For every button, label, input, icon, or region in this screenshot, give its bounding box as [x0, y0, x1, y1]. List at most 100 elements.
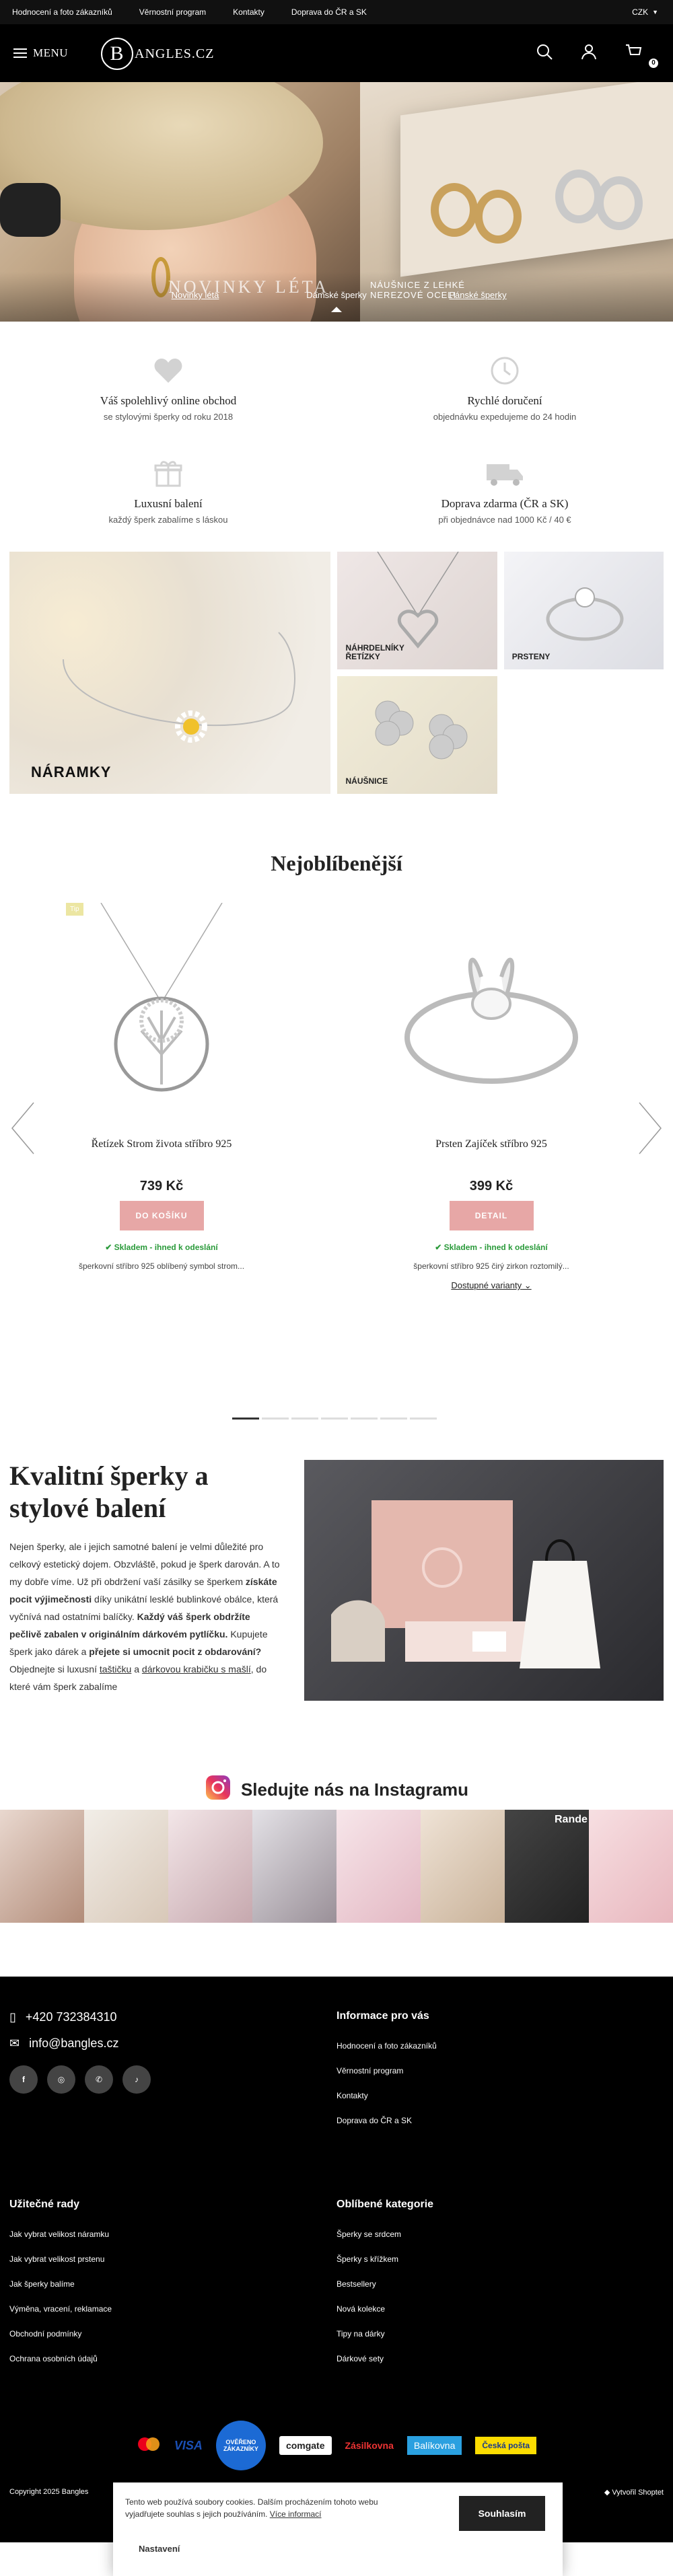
whatsapp-icon[interactable]: ✆	[85, 2065, 113, 2094]
footer-info-link[interactable]: Doprava do ČR a SK	[336, 2116, 437, 2125]
ceska-posta-logo: Česká pošta	[475, 2437, 537, 2454]
usp-title: Luxusní balení	[134, 497, 203, 510]
visa-logo: VISA	[174, 2438, 203, 2452]
product-price: 739 Kč	[139, 1179, 184, 1193]
topbar-link-shipping[interactable]: Doprava do ČR a SK	[291, 7, 367, 17]
product-card[interactable]: Tip Řetízek Strom života stříbro 925 739…	[54, 903, 269, 1271]
footer-advice-link[interactable]: Výměna, vracení, reklamace	[9, 2304, 112, 2314]
comgate-logo: comgate	[279, 2436, 332, 2455]
instagram-post[interactable]	[0, 1810, 84, 1923]
footer-advice-link[interactable]: Ochrana osobních údajů	[9, 2354, 112, 2363]
packaging-text: Nejen šperky, ale i jejich samotné balen…	[9, 1541, 280, 1692]
currency-value: CZK	[632, 7, 649, 17]
usp-item: Luxusní balení každý šperk zabalíme s lá…	[0, 458, 336, 525]
footer-category-link[interactable]: Šperky se srdcem	[336, 2230, 433, 2239]
usp-item: Váš spolehlivý online obchod se stylovým…	[0, 355, 336, 422]
footer-info-link[interactable]: Věrnostní program	[336, 2066, 437, 2075]
footer-category-link[interactable]: Dárkové sety	[336, 2354, 433, 2363]
footer-phone[interactable]: +420 732384310	[26, 2010, 117, 2024]
footer-info-link[interactable]: Hodnocení a foto zákazníků	[336, 2041, 437, 2051]
carousel-dot[interactable]	[380, 1418, 407, 1420]
check-icon: ✔	[435, 1243, 444, 1252]
balikovna-logo: Balíkovna	[406, 2436, 462, 2455]
category-label: NÁRAMKY	[31, 764, 112, 780]
footer-advice-link[interactable]: Obchodní podmínky	[9, 2329, 112, 2339]
footer-advice-link[interactable]: Jak šperky balíme	[9, 2279, 112, 2289]
topbar-link-contacts[interactable]: Kontakty	[233, 7, 264, 17]
product-name[interactable]: Prsten Zajíček stříbro 925	[384, 1138, 599, 1150]
footer-category-link[interactable]: Bestsellery	[336, 2279, 433, 2289]
hero-banner[interactable]: NOVINKY LÉTA NÁUŠNICE Z LEHKÉ NEREZOVÉ O…	[0, 82, 673, 322]
category-prsteny[interactable]: PRSTENY	[503, 552, 664, 669]
cart-icon[interactable]: 0	[625, 43, 658, 68]
category-label: NÁHRDELNÍKY ŘETÍZKY	[345, 643, 404, 661]
topbar-link-reviews[interactable]: Hodnocení a foto zákazníků	[12, 7, 112, 17]
chevron-left-icon[interactable]	[9, 1101, 36, 1166]
footer-category-link[interactable]: Šperky s křížkem	[336, 2254, 433, 2264]
hero-tab-damske[interactable]: Dámské šperky	[266, 290, 407, 312]
add-to-cart-button[interactable]: DO KOŠÍKU	[119, 1201, 204, 1230]
topbar-link-loyalty[interactable]: Věrnostní program	[139, 7, 206, 17]
hero-tab-novinky[interactable]: Novinky léta	[125, 290, 266, 312]
footer-email[interactable]: info@bangles.cz	[29, 2036, 118, 2051]
product-card[interactable]: Prsten Zajíček stříbro 925 399 Kč DETAIL…	[384, 903, 599, 1291]
instagram-post[interactable]	[252, 1810, 336, 1923]
hero-tab-panske[interactable]: Pánské šperky	[407, 290, 548, 312]
cookie-more-link[interactable]: Více informací	[270, 2509, 322, 2519]
powered-by[interactable]: ◆ Vytvořil Shoptet	[604, 2488, 664, 2497]
carousel-dot[interactable]	[232, 1418, 259, 1420]
instagram-section: Sledujte nás na Instagramu Rande	[0, 1769, 673, 1923]
logo-mark: B	[101, 38, 133, 70]
instagram-post[interactable]	[168, 1810, 252, 1923]
category-nausnice[interactable]: NÁUŠNICE	[337, 676, 497, 794]
carousel-dot[interactable]	[291, 1418, 318, 1420]
currency-selector[interactable]: CZK ▼	[632, 7, 658, 17]
check-icon: ✔	[105, 1243, 114, 1252]
footer-advice-link[interactable]: Jak vybrat velikost prstenu	[9, 2254, 112, 2264]
heart-icon	[0, 355, 336, 386]
category-grid: NÁRAMKY NÁHRDELNÍKY ŘETÍZKY NÁUŠNICE PRS…	[0, 552, 673, 794]
chevron-down-icon: ▼	[652, 9, 658, 15]
instagram-post[interactable]	[336, 1810, 421, 1923]
product-badge: Tip	[66, 903, 83, 916]
usp-desc: se stylovými šperky od roku 2018	[103, 412, 234, 422]
shoptet-icon: ◆	[604, 2489, 612, 2497]
menu-button[interactable]: MENU	[13, 46, 68, 61]
logo[interactable]: B ANGLES.CZ	[101, 38, 214, 70]
instagram-post[interactable]	[421, 1810, 505, 1923]
clock-icon	[336, 355, 673, 386]
payment-logos: VISA OVĚŘENO ZÁKAZNÍKY comgate Zásilkovn…	[0, 2421, 673, 2470]
carousel-dot[interactable]	[351, 1418, 378, 1420]
link-taska[interactable]: taštičku	[100, 1664, 131, 1675]
chevron-right-icon[interactable]	[637, 1101, 664, 1166]
category-naramky[interactable]: NÁRAMKY	[9, 552, 331, 794]
footer-category-link[interactable]: Tipy na dárky	[336, 2329, 433, 2339]
footer-category-link[interactable]: Nová kolekce	[336, 2304, 433, 2314]
footer: ▯ +420 732384310 ✉ info@bangles.cz f ◎ ✆…	[0, 1977, 673, 2542]
product-name[interactable]: Řetízek Strom života stříbro 925	[54, 1138, 269, 1150]
variants-link[interactable]: Dostupné varianty ⌄	[384, 1280, 599, 1291]
instagram-post[interactable]	[589, 1810, 673, 1923]
facebook-icon[interactable]: f	[9, 2065, 38, 2094]
category-nahrdelniky[interactable]: NÁHRDELNÍKY ŘETÍZKY	[337, 552, 497, 669]
link-krabicka[interactable]: dárkovou krabičku s mašlí	[142, 1664, 251, 1675]
cookie-settings-link[interactable]: Nastavení	[139, 2543, 180, 2555]
carousel-dot[interactable]	[410, 1418, 437, 1420]
detail-button[interactable]: DETAIL	[449, 1201, 534, 1230]
cookie-accept-button[interactable]: Souhlasím	[459, 2496, 545, 2531]
footer-info-link[interactable]: Kontakty	[336, 2091, 437, 2100]
footer-advice-link[interactable]: Jak vybrat velikost náramku	[9, 2230, 112, 2239]
carousel-dot[interactable]	[321, 1418, 348, 1420]
product-image[interactable]: Tip	[54, 903, 269, 1118]
search-icon[interactable]	[536, 43, 553, 64]
packaging-image	[304, 1460, 664, 1701]
instagram-post[interactable]	[84, 1810, 168, 1923]
category-label: NÁUŠNICE	[345, 776, 388, 786]
instagram-icon[interactable]: ◎	[47, 2065, 75, 2094]
carousel-dot[interactable]	[262, 1418, 289, 1420]
instagram-post[interactable]: Rande	[505, 1810, 589, 1923]
tiktok-icon[interactable]: ♪	[122, 2065, 151, 2094]
product-image[interactable]	[384, 903, 599, 1118]
user-icon[interactable]	[580, 43, 598, 64]
usp-title: Rychlé doručení	[467, 394, 542, 407]
